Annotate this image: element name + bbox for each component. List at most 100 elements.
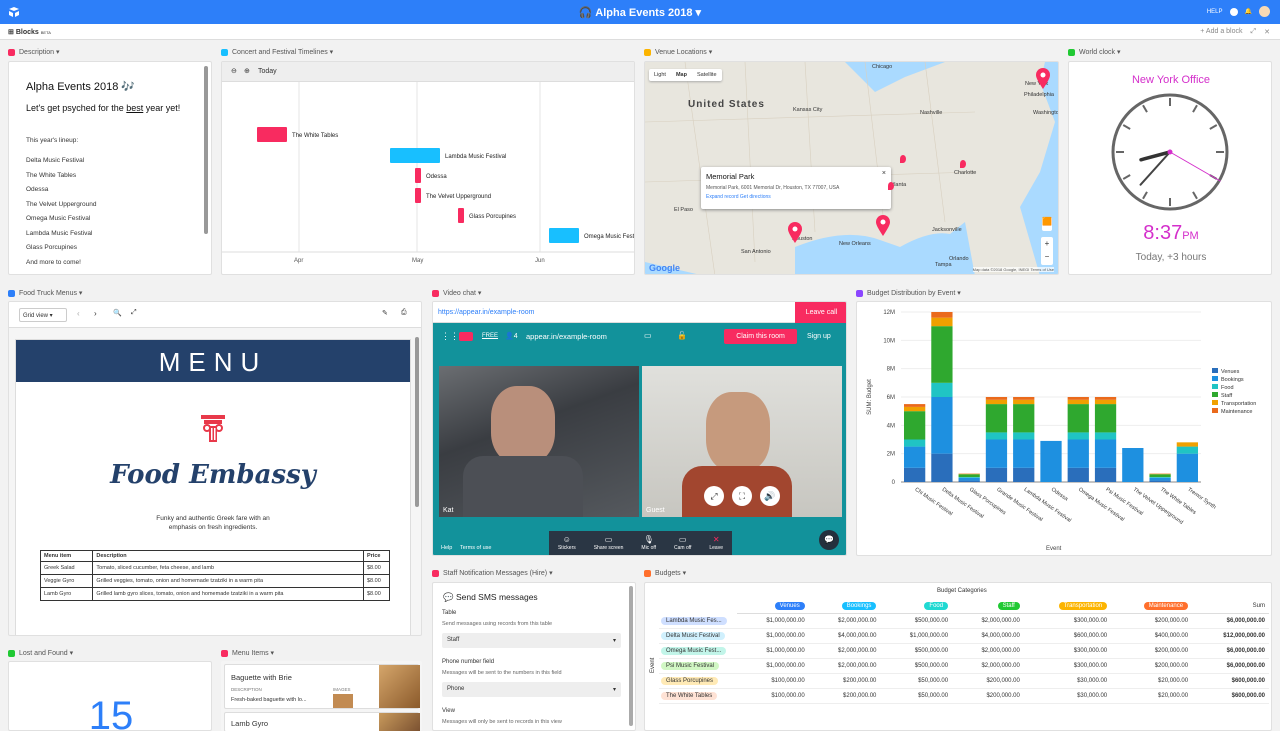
bar-segment[interactable]: [1068, 468, 1089, 482]
bar-segment[interactable]: [1013, 468, 1034, 482]
event-pill[interactable]: Glass Porcupines: [661, 677, 718, 685]
budgets-header[interactable]: Budgets ▾: [644, 569, 686, 577]
view-select[interactable]: Grid view ▾: [19, 308, 67, 322]
menu-item-card[interactable]: Baguette with Brie DESCRIPTION IMAGES Fr…: [224, 664, 419, 709]
timeline-bar[interactable]: [549, 228, 579, 243]
bar-segment[interactable]: [1095, 404, 1116, 432]
table-select[interactable]: Staff▾: [442, 633, 621, 648]
zoom-out-icon[interactable]: −: [1041, 250, 1053, 263]
bar-segment[interactable]: [904, 468, 925, 482]
map-pin-small-icon[interactable]: [960, 160, 966, 168]
clock-header[interactable]: World clock ▾: [1068, 48, 1121, 56]
bar-segment[interactable]: [1149, 474, 1170, 477]
map-pin-icon[interactable]: [787, 222, 803, 246]
chat-icon[interactable]: 💬: [819, 530, 839, 550]
pegman-icon[interactable]: 🟧: [1042, 217, 1052, 231]
bar-segment[interactable]: [1149, 477, 1170, 478]
staff-header[interactable]: Staff Notification Messages (Hire) ▾: [432, 569, 553, 577]
print-icon[interactable]: ⎙: [401, 309, 407, 317]
scrollbar[interactable]: [204, 66, 208, 234]
bar-segment[interactable]: [1149, 481, 1170, 482]
description-header[interactable]: Description ▾: [8, 48, 59, 56]
timeline-bar[interactable]: [257, 127, 287, 142]
bar-segment[interactable]: [931, 318, 952, 327]
prev-icon[interactable]: ‹: [77, 309, 80, 318]
bar-segment[interactable]: [1068, 404, 1089, 432]
bar-segment[interactable]: [1177, 442, 1198, 446]
bar-segment[interactable]: [986, 440, 1007, 468]
cam-off-button[interactable]: ▭Cam off: [674, 536, 691, 552]
volume-icon[interactable]: 🔊: [760, 486, 780, 506]
timeline-bar[interactable]: [415, 188, 421, 203]
edit-icon[interactable]: ✎: [382, 309, 388, 317]
help-icon[interactable]: [1230, 8, 1238, 16]
mode-satellite[interactable]: Satellite: [692, 69, 722, 81]
bar-segment[interactable]: [1095, 468, 1116, 482]
event-pill[interactable]: Psi Music Festival: [661, 662, 719, 670]
bar-segment[interactable]: [931, 454, 952, 482]
bar-segment[interactable]: [959, 477, 980, 478]
bar-segment[interactable]: [1068, 400, 1089, 404]
signup-link[interactable]: Sign up: [807, 333, 831, 340]
bar-segment[interactable]: [986, 404, 1007, 432]
zoom-out-icon[interactable]: ⊖: [231, 67, 237, 75]
free-badge[interactable]: FREE: [482, 333, 498, 339]
fullscreen-icon[interactable]: ⤢: [704, 486, 724, 506]
menu-item-card[interactable]: Lamb Gyro: [224, 712, 419, 731]
map-pin-small-icon[interactable]: [900, 155, 906, 163]
lock-icon[interactable]: 🔓: [677, 331, 687, 340]
bar-segment[interactable]: [1013, 397, 1034, 400]
terms-link[interactable]: Terms of use: [460, 545, 491, 551]
bar-segment[interactable]: [959, 481, 980, 482]
scrollbar[interactable]: [415, 337, 419, 507]
bar-segment[interactable]: [1122, 448, 1143, 482]
bar-segment[interactable]: [1068, 440, 1089, 468]
video-header[interactable]: Video chat ▾: [432, 289, 481, 297]
bar-segment[interactable]: [1013, 440, 1034, 468]
add-block-button[interactable]: + Add a block: [1200, 28, 1242, 36]
claim-room-button[interactable]: Claim this room: [724, 329, 797, 344]
timeline-bar[interactable]: [458, 208, 464, 223]
menus-header[interactable]: Food Truck Menus ▾: [8, 289, 82, 297]
bar-segment[interactable]: [1177, 447, 1198, 454]
zoom-in-icon[interactable]: +: [1041, 237, 1053, 250]
bar-segment[interactable]: [931, 312, 952, 318]
search-icon[interactable]: 🔍: [113, 309, 122, 317]
event-pill[interactable]: Delta Music Festival: [661, 632, 725, 640]
map-pin-icon[interactable]: [875, 215, 891, 239]
bell-icon[interactable]: 🔔: [1245, 8, 1252, 15]
mode-map[interactable]: Map: [671, 69, 692, 81]
base-title[interactable]: 🎧 Alpha Events 2018 ▾: [0, 6, 1280, 19]
menu-items-header[interactable]: Menu Items ▾: [221, 649, 274, 657]
bar-segment[interactable]: [1013, 432, 1034, 439]
today-button[interactable]: Today: [258, 68, 277, 75]
expand-icon[interactable]: ⤢: [1251, 28, 1257, 36]
help-link[interactable]: HELP: [1207, 9, 1223, 15]
help-link[interactable]: Help: [441, 545, 452, 551]
bar-segment[interactable]: [1040, 441, 1061, 482]
phone-select[interactable]: Phone▾: [442, 682, 621, 697]
bar-segment[interactable]: [1177, 454, 1198, 482]
room-url[interactable]: https://appear.in/example-room: [438, 309, 535, 316]
bar-segment[interactable]: [904, 407, 925, 411]
bar-segment[interactable]: [1095, 432, 1116, 439]
next-icon[interactable]: ›: [94, 309, 97, 318]
bar-segment[interactable]: [904, 411, 925, 439]
scrollbar[interactable]: [629, 586, 633, 726]
map-pin-icon[interactable]: [1035, 68, 1051, 92]
bar-segment[interactable]: [904, 447, 925, 468]
lost-header[interactable]: Lost and Found ▾: [8, 649, 73, 657]
event-pill[interactable]: Omega Music Fest...: [661, 647, 726, 655]
bar-segment[interactable]: [986, 468, 1007, 482]
expand-record-link[interactable]: Expand record: [706, 194, 739, 200]
bar-segment[interactable]: [1095, 397, 1116, 400]
map-pin-small-icon[interactable]: [888, 182, 894, 190]
bar-segment[interactable]: [1095, 400, 1116, 404]
bar-segment[interactable]: [959, 474, 980, 477]
timeline-bar[interactable]: [390, 148, 440, 163]
bar-segment[interactable]: [904, 404, 925, 407]
mic-off-button[interactable]: 🎙Mic off: [641, 536, 656, 552]
grid-icon[interactable]: ⋮⋮: [441, 331, 459, 342]
bar-segment[interactable]: [1013, 400, 1034, 404]
stickers-button[interactable]: ☺Stickers: [558, 536, 576, 552]
